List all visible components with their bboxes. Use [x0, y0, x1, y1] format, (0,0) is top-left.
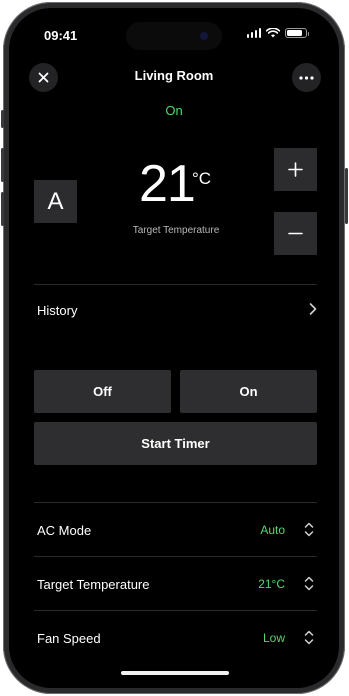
more-options-button[interactable]	[292, 63, 321, 92]
dynamic-island	[126, 22, 222, 50]
front-camera	[200, 32, 208, 40]
divider	[34, 284, 317, 285]
setting-value: Auto	[260, 523, 285, 537]
divider	[34, 502, 317, 503]
page-title: Living Room	[134, 68, 214, 83]
off-button[interactable]: Off	[34, 370, 171, 413]
setting-row-target-temperature[interactable]: Target Temperature 21°C	[34, 569, 317, 599]
mode-letter: A	[47, 187, 64, 215]
volume-up-button	[1, 148, 4, 182]
chevron-right-icon	[309, 303, 317, 315]
wifi-icon	[266, 28, 280, 38]
battery-icon	[285, 28, 309, 38]
divider	[34, 556, 317, 557]
plus-icon	[288, 162, 303, 177]
status-time: 09:41	[44, 28, 78, 43]
battery-fill	[287, 30, 303, 36]
power-state: On	[165, 103, 183, 118]
action-button	[1, 110, 4, 128]
app-screen: 09:41 Living Room On A 21 °C Target Temp…	[9, 8, 339, 688]
start-timer-button[interactable]: Start Timer	[34, 422, 317, 465]
minus-icon	[288, 232, 303, 235]
on-button-label: On	[239, 384, 258, 399]
setting-row-fan-speed[interactable]: Fan Speed Low	[34, 623, 317, 653]
setting-value: Low	[262, 631, 285, 645]
history-row[interactable]: History	[34, 296, 317, 324]
increase-temperature-button[interactable]	[274, 148, 317, 191]
cellular-signal-icon	[246, 28, 261, 38]
off-button-label: Off	[93, 384, 112, 399]
status-icons	[246, 28, 309, 38]
updown-icon	[304, 522, 314, 537]
setting-value: 21°C	[258, 577, 285, 591]
home-indicator[interactable]	[121, 671, 229, 675]
updown-icon	[304, 630, 314, 645]
history-label: History	[37, 303, 78, 318]
status-bar: 09:41	[9, 8, 339, 56]
start-timer-label: Start Timer	[141, 436, 210, 451]
setting-row-ac-mode[interactable]: AC Mode Auto	[34, 515, 317, 545]
updown-icon	[304, 576, 314, 591]
decrease-temperature-button[interactable]	[274, 212, 317, 255]
setting-label: Fan Speed	[37, 631, 101, 646]
volume-down-button	[1, 192, 4, 226]
divider	[34, 610, 317, 611]
target-temperature-value: 21	[139, 155, 196, 213]
mode-button[interactable]: A	[34, 180, 77, 223]
temperature-unit: °C	[192, 169, 212, 188]
on-button[interactable]: On	[180, 370, 317, 413]
setting-label: Target Temperature	[37, 577, 150, 592]
power-side-button	[345, 168, 348, 224]
more-icon	[299, 75, 314, 80]
setting-label: AC Mode	[37, 523, 92, 538]
